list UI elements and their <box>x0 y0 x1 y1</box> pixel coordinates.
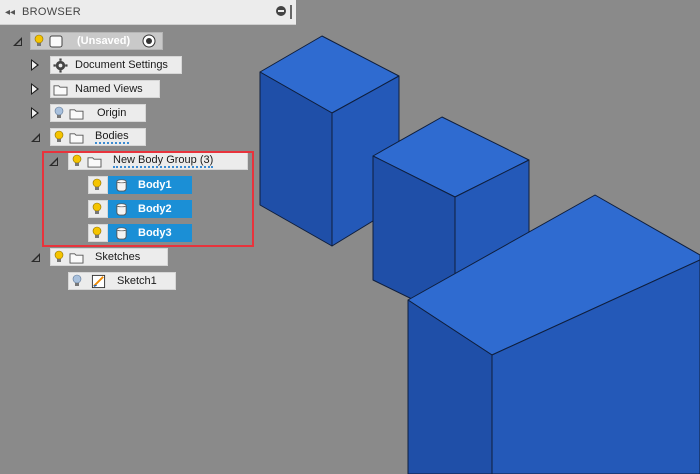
panel-grip-handle[interactable] <box>290 5 292 19</box>
browser-header: ◂◂ BROWSER <box>0 0 296 25</box>
folder-icon <box>67 128 85 146</box>
component-icon <box>47 32 65 50</box>
bodies-label: Bodies <box>95 130 129 144</box>
tree-item-sketch1[interactable]: Sketch1 <box>68 271 176 291</box>
browser-title: BROWSER <box>22 6 81 18</box>
expand-toggle[interactable] <box>28 103 42 123</box>
lightbulb-off-icon[interactable] <box>69 272 85 290</box>
expand-toggle[interactable] <box>28 55 42 75</box>
expand-toggle[interactable] <box>28 79 42 99</box>
origin-label: Origin <box>97 107 127 119</box>
tree-item-sketches[interactable]: Sketches <box>28 247 168 267</box>
sketches-node[interactable]: Sketches <box>50 248 168 266</box>
bodies-node[interactable]: Bodies <box>50 128 146 146</box>
lightbulb-on-icon[interactable] <box>51 128 67 146</box>
collapse-toggle[interactable] <box>28 247 42 267</box>
sketch1-node[interactable]: Sketch1 <box>68 272 176 290</box>
annotation-highlight-box <box>42 151 254 247</box>
document-settings-label: Document Settings <box>75 59 168 71</box>
root-node[interactable]: (Unsaved) <box>30 32 164 50</box>
activate-radio-icon[interactable] <box>140 32 158 50</box>
tree-item-named-views[interactable]: Named Views <box>28 79 160 99</box>
tree-item-document-settings[interactable]: Document Settings <box>28 55 182 75</box>
named-views-label: Named Views <box>75 83 143 95</box>
tree-item-origin[interactable]: Origin <box>28 103 146 123</box>
origin-node[interactable]: Origin <box>50 104 146 122</box>
lightbulb-on-icon[interactable] <box>51 248 67 266</box>
gear-icon <box>51 56 69 74</box>
document-settings-node[interactable]: Document Settings <box>50 56 182 74</box>
collapse-toggle[interactable] <box>10 31 24 51</box>
root-label: (Unsaved) <box>77 35 131 47</box>
tree-root-row[interactable]: (Unsaved) <box>10 31 164 51</box>
double-chevron-left-icon[interactable]: ◂◂ <box>4 7 16 18</box>
tree-item-bodies[interactable]: Bodies <box>28 127 146 147</box>
folder-icon <box>67 248 85 266</box>
named-views-node[interactable]: Named Views <box>50 80 160 98</box>
collapse-panel-button[interactable] <box>276 6 286 16</box>
collapse-toggle[interactable] <box>28 127 42 147</box>
sketch-icon <box>89 272 107 290</box>
folder-icon <box>67 104 85 122</box>
lightbulb-on-icon[interactable] <box>31 32 47 50</box>
lightbulb-off-icon[interactable] <box>51 104 67 122</box>
folder-icon <box>51 80 69 98</box>
sketches-label: Sketches <box>95 251 141 263</box>
sketch1-label: Sketch1 <box>117 275 157 287</box>
